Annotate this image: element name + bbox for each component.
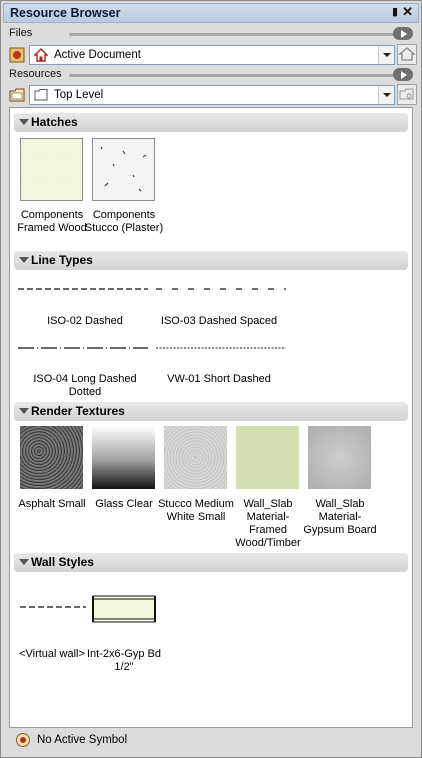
category-header-wall-styles[interactable]: Wall Styles [14,553,408,572]
document-select[interactable]: Active Document [29,45,395,65]
resources-menu-button[interactable] [393,68,413,81]
resource-label: Components Stucco (Plaster) [84,209,164,234]
document-file-icon[interactable] [9,47,25,63]
wall-preview-int-2x6[interactable] [92,594,156,624]
resource-label: Components Framed Wood [17,209,87,234]
texture-thumb-asphalt[interactable] [20,426,83,489]
resources-section: Resources [9,68,413,82]
resource-label: Wall_Slab Material-Gypsum Board [303,498,377,536]
wall-preview-virtual[interactable] [20,605,86,609]
hatch-preview [93,139,154,200]
linetype-preview-vw-01[interactable] [156,345,286,351]
resource-label: Glass Clear [95,498,153,510]
texture-thumb-glass[interactable] [92,426,155,489]
resource-label: Stucco Medium White Small [158,498,234,523]
linetype-preview-iso-03[interactable] [156,286,286,292]
title-bar[interactable]: Resource Browser ▮ ✕ [3,3,419,23]
resource-label: Wall_Slab Material-Framed Wood/Timber [235,498,301,549]
home-icon [398,47,416,61]
texture-thumb-stucco[interactable] [164,426,227,489]
window-title: Resource Browser [10,6,121,20]
folder-select[interactable]: Top Level [29,85,395,105]
house-icon [34,48,48,62]
texture-thumb-framed-wood[interactable] [236,426,299,489]
resource-label: ISO-03 Dashed Spaced [160,315,278,327]
collapse-triangle-icon[interactable] [19,257,29,263]
resource-label: ISO-04 Long Dashed Dotted [33,373,137,398]
hatch-thumb-framed-wood[interactable] [20,138,83,201]
home-button[interactable] [397,44,417,65]
folder-select-value: Top Level [54,89,104,101]
hatch-preview [21,139,82,200]
resource-browser-window: Resource Browser ▮ ✕ Files Active Docume… [0,0,422,758]
resource-label: ISO-02 Dashed [47,315,123,327]
close-icon[interactable]: ✕ [402,4,413,20]
files-label: Files [9,27,33,39]
folder-up-icon[interactable] [9,87,25,103]
collapse-triangle-icon[interactable] [19,559,29,565]
category-header-hatches[interactable]: Hatches [14,113,408,132]
files-divider [69,33,397,36]
category-title: Wall Styles [31,555,94,569]
resource-label: Int-2x6-Gyp Bd 1/2" [87,648,161,673]
files-menu-button[interactable] [393,27,413,40]
resources-divider [69,74,397,77]
resource-label: <Virtual wall> [19,648,85,660]
document-select-value: Active Document [54,49,141,61]
chevron-down-icon[interactable] [378,86,394,104]
collapse-triangle-icon[interactable] [19,119,29,125]
category-title: Render Textures [31,404,125,418]
status-bar: No Active Symbol [9,730,413,750]
status-text: No Active Symbol [37,734,128,746]
resource-label: VW-01 Short Dashed [167,373,271,385]
folder-settings-icon [399,88,414,100]
chevron-down-icon[interactable] [378,46,394,64]
hatch-thumb-stucco[interactable] [92,138,155,201]
category-title: Line Types [31,253,93,267]
symbol-icon [16,733,30,747]
category-header-line-types[interactable]: Line Types [14,251,408,270]
resources-label: Resources [9,68,62,80]
category-title: Hatches [31,115,78,129]
category-header-render-textures[interactable]: Render Textures [14,402,408,421]
folder-icon [34,89,48,101]
resource-label: Asphalt Small [18,498,86,510]
texture-thumb-gypsum[interactable] [308,426,371,489]
pin-icon[interactable]: ▮ [392,5,398,18]
files-combo-row: Active Document [7,44,417,66]
linetype-preview-iso-02[interactable] [18,286,148,292]
new-folder-button[interactable] [397,84,417,105]
resource-content-area[interactable]: Hatches Components Framed Wood Component… [9,107,413,728]
resources-combo-row: Top Level [7,84,417,106]
collapse-triangle-icon[interactable] [19,408,29,414]
linetype-preview-iso-04[interactable] [18,345,148,351]
files-section: Files [9,27,413,41]
